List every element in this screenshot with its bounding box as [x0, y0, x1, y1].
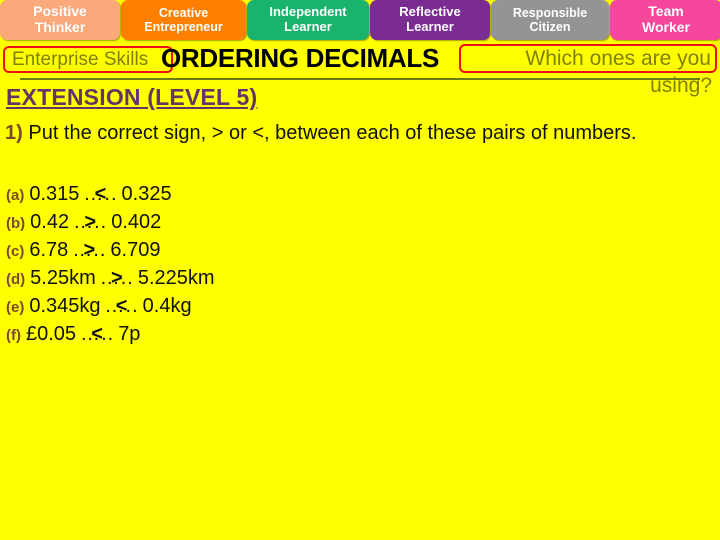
skill-chip-line1: Responsible: [512, 6, 588, 20]
question-number: 1): [5, 122, 23, 144]
answer-sign-slot[interactable]: ….. >: [100, 267, 134, 290]
answer-row-a[interactable]: (a) 0.315 ….. < 0.325: [6, 183, 506, 211]
answer-row-c[interactable]: (c) 6.78 ….. > 6.709: [6, 239, 506, 267]
question-block: 1) Put the correct sign, > or <, between…: [5, 120, 695, 147]
answer-sign-slot[interactable]: ….. <: [80, 323, 114, 346]
skill-chip-line1: Independent: [269, 4, 347, 20]
comparison-sign: <: [94, 182, 107, 205]
skill-chip-line1: Team: [648, 3, 684, 20]
enterprise-skills-label: Enterprise Skills: [12, 48, 149, 70]
which-ones-callout: Which ones are you: [459, 44, 717, 73]
answer-right-value: 6.709: [110, 239, 161, 261]
answer-sign-slot[interactable]: ….. <: [83, 183, 117, 206]
question-text: Put the correct sign, > or <, between ea…: [28, 122, 637, 144]
answer-item-label: (b): [6, 215, 26, 232]
skill-chip-reflective-learner[interactable]: Reflective Learner: [370, 0, 490, 40]
skill-chip-line2: Citizen: [529, 20, 571, 34]
answer-item-label: (a): [6, 187, 25, 204]
extension-heading: EXTENSION (LEVEL 5): [6, 84, 258, 110]
answer-right-value: 7p: [118, 323, 141, 345]
skill-chip-creative-entrepreneur[interactable]: Creative Entrepreneur: [121, 0, 246, 40]
comparison-sign: >: [83, 238, 96, 261]
title-band: Enterprise Skills ORDERING DECIMALS Whic…: [0, 43, 720, 97]
skill-chip-line1: Creative: [158, 6, 209, 20]
answer-row-f[interactable]: (f) £0.05 ….. < 7p: [6, 323, 506, 351]
answer-left-value: 5.25km: [30, 267, 96, 289]
skill-chip-team-worker[interactable]: Team Worker: [610, 0, 720, 40]
skill-chip-line1: Positive: [33, 3, 87, 20]
answer-item-label: (e): [6, 299, 25, 316]
comparison-sign: >: [110, 266, 123, 289]
answer-item-label: (c): [6, 243, 25, 260]
title-divider: [20, 78, 700, 80]
answer-item-label: (f): [6, 327, 21, 344]
skill-chip-line2: Learner: [406, 19, 454, 34]
answer-right-value: 5.225km: [137, 267, 215, 289]
skill-chip-line1: Reflective: [399, 4, 461, 20]
page-title: ORDERING DECIMALS: [161, 43, 440, 73]
answer-left-value: 0.42: [30, 211, 70, 233]
skill-chip-line2: Learner: [284, 19, 332, 34]
skills-banner: Positive Thinker Creative Entrepreneur I…: [0, 0, 720, 40]
answer-item-label: (d): [6, 271, 26, 288]
answer-list: (a) 0.315 ….. < 0.325 (b) 0.42 ….. > 0.4…: [6, 183, 506, 351]
answer-row-d[interactable]: (d) 5.25km ….. > 5.225km: [6, 267, 506, 295]
skill-chip-line2: Thinker: [34, 19, 86, 35]
answer-sign-slot[interactable]: ….. >: [72, 239, 106, 262]
answer-right-value: 0.402: [111, 211, 162, 233]
answer-left-value: 6.78: [29, 239, 69, 261]
comparison-sign: <: [115, 294, 128, 317]
answer-left-value: 0.315: [29, 183, 80, 205]
skill-chip-independent-learner[interactable]: Independent Learner: [247, 0, 369, 40]
skill-chip-line2: Worker: [642, 19, 690, 35]
answer-row-e[interactable]: (e) 0.345kg ….. < 0.4kg: [6, 295, 506, 323]
comparison-sign: >: [84, 210, 96, 233]
answer-sign-slot[interactable]: ….. <: [105, 295, 139, 318]
skill-chip-line2: Entrepreneur: [144, 20, 223, 34]
answer-left-value: 0.345kg: [29, 295, 101, 317]
comparison-sign: <: [91, 322, 103, 345]
answer-left-value: £0.05: [26, 323, 77, 345]
answer-right-value: 0.325: [121, 183, 172, 205]
which-ones-label: Which ones are you: [525, 46, 711, 70]
answer-right-value: 0.4kg: [142, 295, 192, 317]
skill-chip-responsible-citizen[interactable]: Responsible Citizen: [491, 0, 609, 40]
answer-row-b[interactable]: (b) 0.42 ….. > 0.402: [6, 211, 506, 239]
enterprise-skills-callout: Enterprise Skills: [3, 46, 173, 73]
skill-chip-positive-thinker[interactable]: Positive Thinker: [0, 0, 120, 40]
answer-sign-slot[interactable]: ….. >: [73, 211, 107, 234]
